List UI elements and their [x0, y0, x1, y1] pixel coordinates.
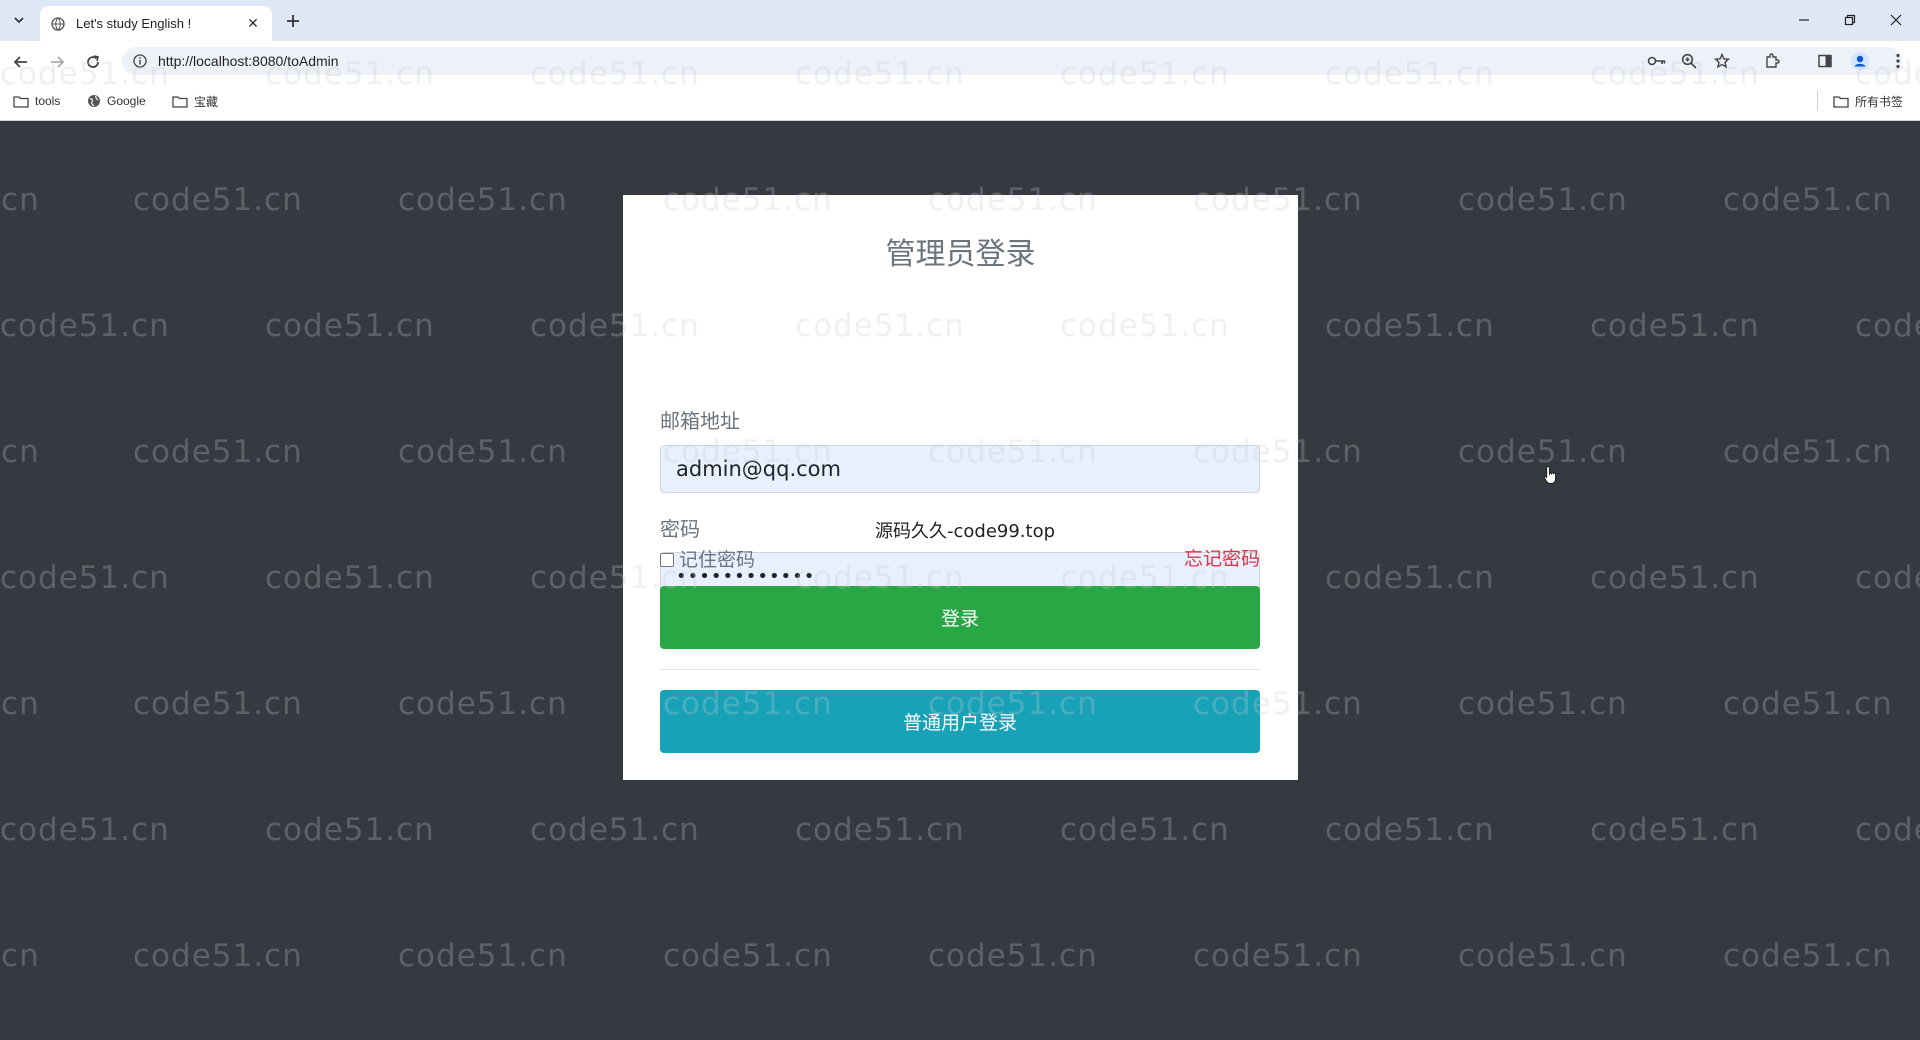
forward-button[interactable]: [44, 49, 70, 75]
info-icon[interactable]: [132, 53, 148, 69]
bookmark-folder-tools[interactable]: tools: [13, 91, 60, 111]
tab-title: Let's study English !: [76, 16, 192, 31]
chevron-down-icon: [14, 17, 24, 24]
bookmark-google[interactable]: Google: [87, 91, 146, 111]
bookmark-label: Google: [107, 94, 146, 108]
reload-button[interactable]: [80, 49, 106, 75]
email-label: 邮箱地址: [660, 411, 740, 433]
folder-icon: [172, 95, 188, 108]
all-bookmarks-label: 所有书签: [1855, 94, 1904, 109]
restore-button[interactable]: [1827, 6, 1873, 34]
bookmarks-separator: [1817, 91, 1818, 111]
star-icon[interactable]: [1710, 49, 1734, 73]
login-button[interactable]: 登录: [660, 586, 1260, 649]
close-window-button[interactable]: [1873, 6, 1919, 34]
menu-kebab-icon[interactable]: [1886, 49, 1910, 73]
forgot-password-link[interactable]: 忘记密码: [1184, 544, 1260, 571]
close-tab-icon[interactable]: ✕: [244, 15, 262, 33]
login-title: 管理员登录: [885, 238, 1036, 271]
bookmark-label: 宝藏: [194, 94, 219, 109]
new-tab-button[interactable]: [280, 8, 306, 34]
minimize-icon: [1799, 19, 1809, 21]
bookmarks-bar: tools Google 宝藏 所有书签: [0, 81, 1920, 121]
email-field[interactable]: admin@qq.com: [660, 445, 1260, 493]
arrow-right-icon: [51, 56, 65, 68]
hand-cursor-icon: [1543, 465, 1559, 490]
reload-icon: [87, 55, 99, 68]
divider: [660, 669, 1260, 670]
zoom-icon[interactable]: [1677, 49, 1701, 73]
profile-avatar[interactable]: [1848, 49, 1872, 73]
password-key-icon[interactable]: [1645, 49, 1669, 73]
remember-password[interactable]: 记住密码: [660, 545, 755, 572]
user-login-button[interactable]: 普通用户登录: [660, 690, 1260, 753]
remember-checkbox[interactable]: [660, 552, 674, 567]
folder-icon: [13, 95, 29, 108]
tab-search-button[interactable]: [7, 9, 31, 31]
browser-tab[interactable]: Let's study English ! ✕: [40, 6, 272, 41]
address-bar[interactable]: http://localhost:8080/toAdmin: [122, 47, 1902, 75]
browser-toolbar: http://localhost:8080/toAdmin: [0, 41, 1920, 81]
all-bookmarks-button[interactable]: 所有书签: [1833, 91, 1903, 111]
close-icon: [1890, 14, 1902, 26]
extensions-icon[interactable]: [1760, 49, 1784, 73]
overlay-watermark-text: 源码久久-code99.top: [875, 521, 1056, 542]
bookmark-label: tools: [35, 94, 61, 108]
plus-icon: [287, 15, 299, 27]
folder-icon: [1833, 95, 1849, 108]
url-text: http://localhost:8080/toAdmin: [158, 53, 339, 69]
globe-icon: [50, 16, 66, 32]
back-button[interactable]: [8, 49, 34, 75]
password-label: 密码: [660, 519, 700, 541]
restore-icon: [1844, 14, 1856, 26]
remember-label: 记住密码: [679, 550, 756, 571]
arrow-left-icon: [13, 56, 27, 68]
minimize-button[interactable]: [1781, 6, 1827, 34]
side-panel-icon[interactable]: [1813, 49, 1837, 73]
globe-icon: [88, 95, 100, 107]
admin-login-card: 管理员登录 邮箱地址 admin@qq.com 密码 •••••••••••• …: [623, 195, 1298, 780]
bookmark-folder-treasure[interactable]: 宝藏: [172, 91, 218, 111]
tab-strip: Let's study English ! ✕: [0, 0, 1920, 41]
page-content: 管理员登录 邮箱地址 admin@qq.com 密码 •••••••••••• …: [0, 121, 1920, 1040]
